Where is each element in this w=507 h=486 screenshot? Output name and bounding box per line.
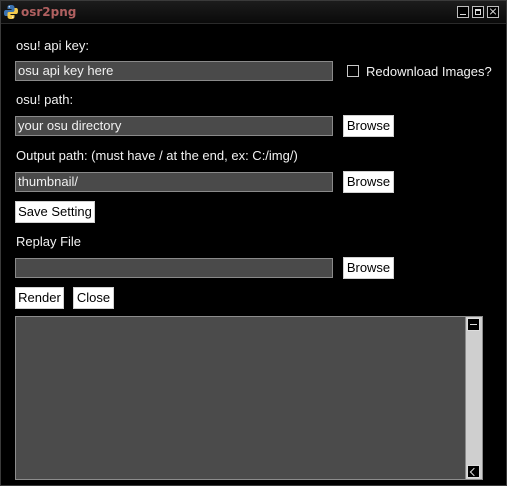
replay-file-input[interactable] (15, 258, 333, 278)
api-key-input[interactable]: osu api key here (15, 61, 333, 81)
minimize-icon[interactable] (457, 6, 469, 18)
replay-file-label: Replay File (16, 234, 82, 249)
api-key-label: osu! api key: (16, 38, 89, 53)
output-log-textarea[interactable] (15, 316, 483, 480)
render-button[interactable]: Render (15, 287, 64, 309)
output-path-browse-button[interactable]: Browse (343, 171, 394, 193)
scroll-down-icon[interactable] (467, 465, 480, 478)
python-logo-icon (4, 5, 18, 19)
scroll-up-icon[interactable] (467, 318, 480, 331)
close-window-icon[interactable] (487, 6, 499, 18)
close-button[interactable]: Close (73, 287, 114, 309)
output-log-scrollbar[interactable] (465, 317, 482, 479)
app-window: osr2png osu! api key: osu api key here R… (0, 0, 507, 486)
osu-path-label: osu! path: (16, 92, 74, 107)
window-title: osr2png (21, 5, 77, 19)
osu-path-input[interactable]: your osu directory (15, 116, 333, 136)
osu-path-browse-button[interactable]: Browse (343, 115, 394, 137)
title-bar[interactable]: osr2png (1, 1, 506, 24)
save-setting-button[interactable]: Save Setting (15, 201, 95, 223)
maximize-icon[interactable] (472, 6, 484, 18)
redownload-images-label[interactable]: Redownload Images? (366, 64, 492, 79)
replay-browse-button[interactable]: Browse (343, 257, 394, 279)
output-path-input[interactable]: thumbnail/ (15, 172, 333, 192)
output-path-label: Output path: (must have / at the end, ex… (16, 148, 298, 163)
redownload-images-checkbox[interactable] (347, 65, 359, 77)
